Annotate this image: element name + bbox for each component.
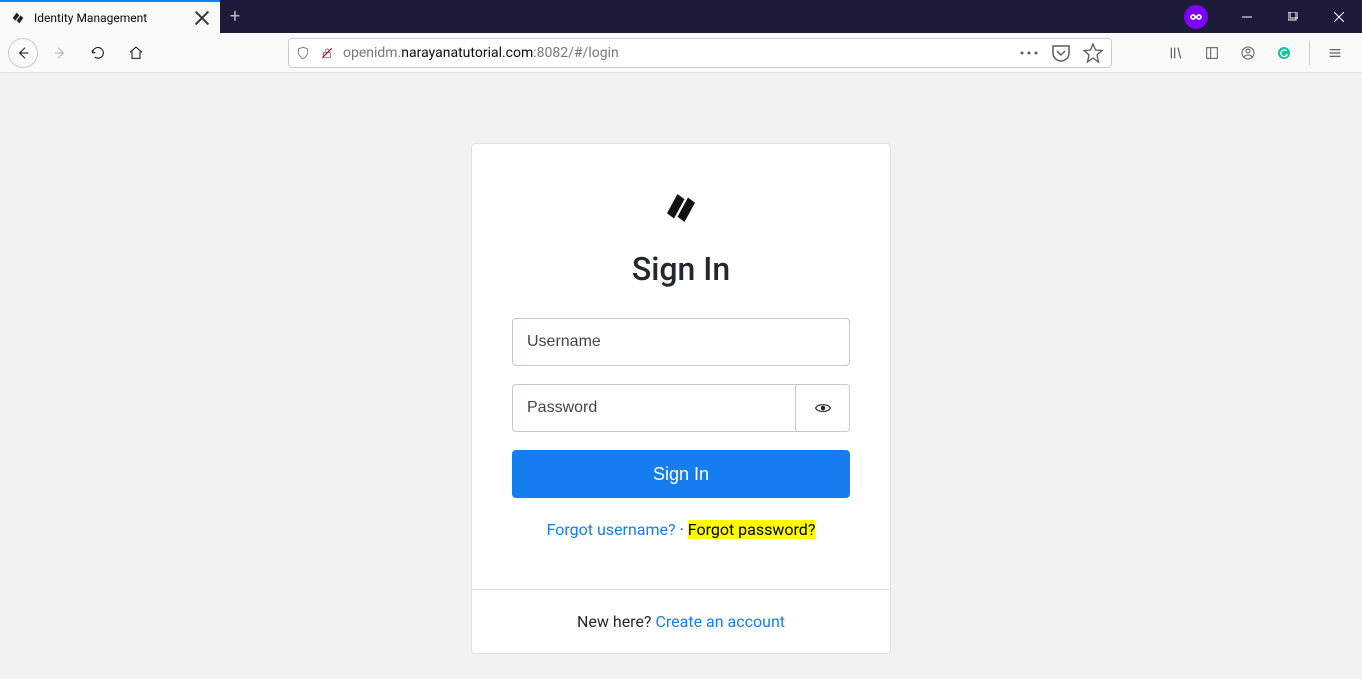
login-card-body: Sign In Sign In Forgot username? · Forgo… [472,144,890,589]
url-text[interactable]: openidm.narayanatutorial.com:8082/#/logi… [343,45,1009,61]
sidebar-button[interactable] [1197,38,1227,68]
password-field-wrapper [512,384,850,432]
url-domain: narayanatutorial.com [401,45,533,61]
login-title: Sign In [632,250,730,288]
close-icon [194,10,210,26]
insecure-lock-icon[interactable] [319,45,335,61]
arrow-left-icon [15,45,31,61]
toolbar-right [1161,38,1354,68]
url-subdomain: openidm. [343,45,401,61]
minimize-icon [1242,12,1252,22]
arrow-right-icon [52,45,68,61]
username-input[interactable] [527,319,835,365]
nav-back-button[interactable] [8,38,38,68]
window-titlebar: Identity Management + [0,0,1362,33]
pocket-icon [1049,41,1073,65]
secondary-links: Forgot username? · Forgot password? [547,520,816,539]
pocket-button[interactable] [1049,41,1073,65]
window-close-button[interactable] [1316,0,1362,33]
hamburger-icon [1327,45,1343,61]
toolbar-separator [1309,41,1310,65]
star-icon [1081,41,1105,65]
nav-forward-button [44,37,76,69]
forgot-password-link[interactable]: Forgot password? [688,520,816,539]
private-mode-icon [1184,5,1208,29]
window-controls [1184,0,1362,33]
dots-icon [1017,41,1041,65]
grammarly-icon [1276,45,1292,61]
password-input[interactable] [513,385,795,431]
nav-reload-button[interactable] [82,37,114,69]
reload-icon [90,45,106,61]
window-maximize-button[interactable] [1270,0,1316,33]
signin-button[interactable]: Sign In [512,450,850,498]
create-account-link[interactable]: Create an account [655,612,785,631]
shield-icon[interactable] [295,45,311,61]
bookmark-button[interactable] [1081,41,1105,65]
browser-tab-active[interactable]: Identity Management [0,0,220,33]
login-card: Sign In Sign In Forgot username? · Forgo… [471,143,891,654]
sidebar-icon [1204,45,1220,61]
library-icon [1168,45,1184,61]
extension-button[interactable] [1269,38,1299,68]
login-card-footer: New here? Create an account [472,589,890,653]
tab-favicon-icon [10,10,26,26]
page-actions-button[interactable] [1017,41,1041,65]
username-field-wrapper [512,318,850,366]
new-tab-button[interactable]: + [220,0,250,33]
maximize-icon [1288,12,1298,22]
forgot-username-link[interactable]: Forgot username? [547,520,676,539]
page-content: Sign In Sign In Forgot username? · Forgo… [0,73,1362,679]
app-logo-icon [657,184,705,232]
close-icon [1334,12,1344,22]
tab-title: Identity Management [34,11,186,25]
app-menu-button[interactable] [1320,38,1350,68]
window-minimize-button[interactable] [1224,0,1270,33]
password-visibility-toggle[interactable] [795,385,849,431]
library-button[interactable] [1161,38,1191,68]
eye-icon [814,399,832,417]
account-button[interactable] [1233,38,1263,68]
tab-close-button[interactable] [194,10,210,26]
link-separator: · [680,520,684,539]
url-path: :8082/#/login [533,45,618,61]
browser-toolbar: openidm.narayanatutorial.com:8082/#/logi… [0,33,1362,73]
nav-home-button[interactable] [120,37,152,69]
account-icon [1240,45,1256,61]
address-bar[interactable]: openidm.narayanatutorial.com:8082/#/logi… [288,38,1112,68]
home-icon [128,45,144,61]
new-here-text: New here? [577,612,655,631]
